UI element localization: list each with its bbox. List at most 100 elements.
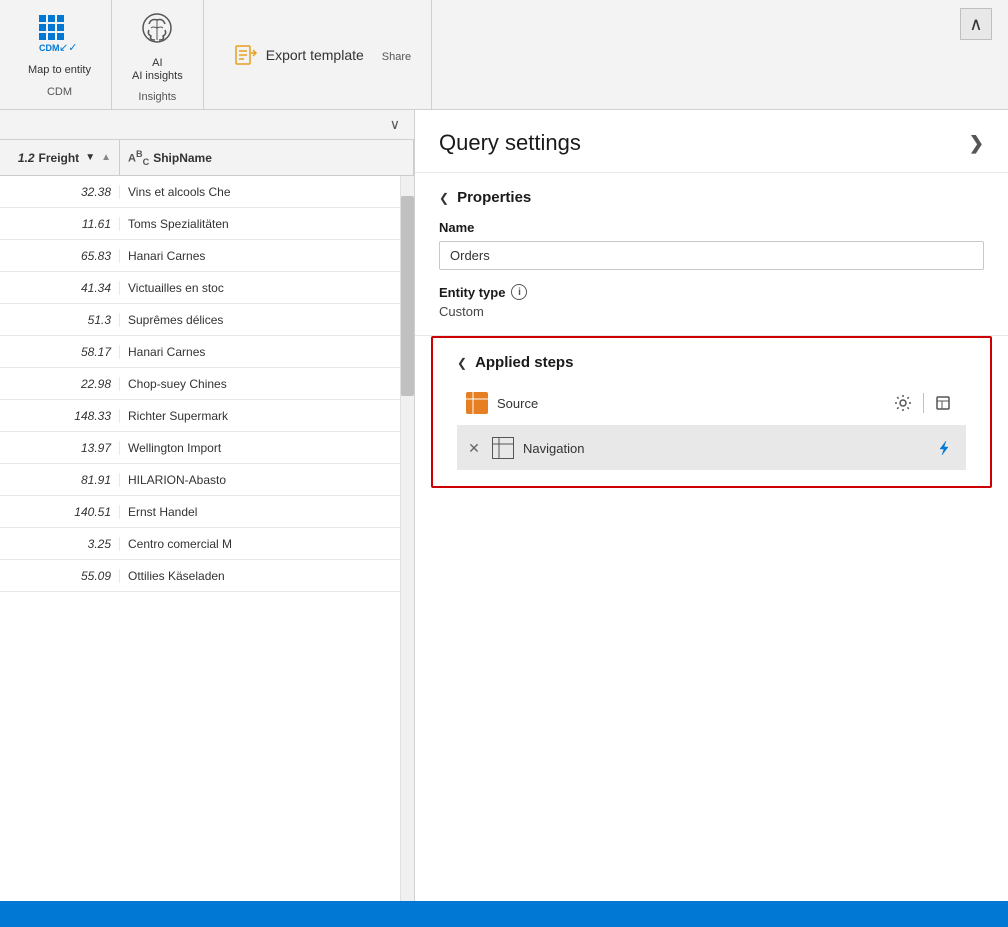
data-table: 1.2 Freight ▼ ▲ ABC ShipName 32.38 Vins …	[0, 140, 414, 901]
cell-shipname: Vins et alcools Che	[120, 185, 400, 199]
cell-shipname: Victuailles en stoc	[120, 281, 400, 295]
navigation-flash-button[interactable]	[930, 434, 958, 462]
freight-col-label: 1.2	[18, 151, 35, 165]
toolbar-collapse-area: ∧	[952, 0, 1000, 109]
step-source[interactable]: Source	[457, 381, 966, 426]
properties-header[interactable]: ❮ Properties	[439, 189, 984, 206]
shipname-type-label: ABC	[128, 149, 149, 167]
cdm-map-icon: CDM ↙✓	[39, 15, 79, 62]
table-body: 32.38 Vins et alcools Che 11.61 Toms Spe…	[0, 176, 414, 901]
insights-group: AIAI insights Insights	[112, 0, 204, 109]
table-row[interactable]: 140.51 Ernst Handel	[0, 496, 400, 528]
applied-steps-chevron-icon: ❮	[457, 356, 467, 370]
table-row[interactable]: 65.83 Hanari Carnes	[0, 240, 400, 272]
left-panel: ∨ 1.2 Freight ▼ ▲ ABC ShipName 32.38 Vin…	[0, 110, 415, 901]
table-header: 1.2 Freight ▼ ▲ ABC ShipName	[0, 140, 414, 176]
cdm-group: CDM ↙✓ Map to entity CDM	[8, 0, 112, 109]
navigation-flash-icon	[935, 439, 953, 457]
step-navigation[interactable]: ✕ Navigation	[457, 426, 966, 470]
source-view-button[interactable]	[930, 389, 958, 417]
query-settings-header: Query settings ❯	[415, 110, 1008, 173]
navigation-delete-button[interactable]: ✕	[465, 439, 483, 457]
export-template-button[interactable]: Export template	[224, 37, 374, 73]
table-row[interactable]: 32.38 Vins et alcools Che	[0, 176, 400, 208]
expand-panel-button[interactable]: ❯	[969, 133, 984, 154]
ai-insights-icon	[137, 10, 177, 55]
cell-freight: 11.61	[0, 217, 120, 231]
table-row[interactable]: 81.91 HILARION-Abasto	[0, 464, 400, 496]
cell-shipname: Chop-suey Chines	[120, 377, 400, 391]
navigation-step-label: Navigation	[523, 441, 922, 456]
panel-collapse-icon[interactable]: ∨	[384, 114, 406, 135]
table-row[interactable]: 22.98 Chop-suey Chines	[0, 368, 400, 400]
vertical-scrollbar[interactable]	[400, 176, 414, 901]
table-row[interactable]: 41.34 Victuailles en stoc	[0, 272, 400, 304]
properties-section: ❮ Properties Name Entity type i Custom	[415, 173, 1008, 336]
cell-freight: 55.09	[0, 569, 120, 583]
col-shipname-header[interactable]: ABC ShipName	[120, 140, 414, 175]
cell-freight: 22.98	[0, 377, 120, 391]
share-group: Export template Share	[204, 0, 432, 109]
map-to-entity-button[interactable]: CDM ↙✓ Map to entity	[20, 11, 99, 81]
ai-insights-button[interactable]: AIAI insights	[124, 6, 191, 87]
table-row[interactable]: 55.09 Ottilies Käseladen	[0, 560, 400, 592]
source-divider	[923, 393, 924, 413]
entity-type-info-icon[interactable]: i	[511, 284, 527, 300]
query-settings-title: Query settings	[439, 130, 581, 156]
table-row[interactable]: 13.97 Wellington Import	[0, 432, 400, 464]
toolbar: CDM ↙✓ Map to entity CDM	[0, 0, 1008, 110]
export-template-icon	[234, 43, 258, 67]
map-to-entity-label: Map to entity	[28, 64, 91, 77]
statusbar	[0, 901, 1008, 927]
panel-collapse-area: ∨	[0, 110, 414, 140]
table-row[interactable]: 11.61 Toms Spezialitäten	[0, 208, 400, 240]
data-rows: 32.38 Vins et alcools Che 11.61 Toms Spe…	[0, 176, 400, 901]
cell-shipname: HILARION-Abasto	[120, 473, 400, 487]
cell-freight: 140.51	[0, 505, 120, 519]
table-row[interactable]: 58.17 Hanari Carnes	[0, 336, 400, 368]
freight-col-name: Freight	[39, 151, 80, 165]
cell-shipname: Richter Supermark	[120, 409, 400, 423]
svg-text:↙✓: ↙✓	[59, 42, 77, 54]
col-freight-header[interactable]: 1.2 Freight ▼ ▲	[0, 140, 120, 175]
cell-shipname: Centro comercial M	[120, 537, 400, 551]
source-settings-button[interactable]	[889, 389, 917, 417]
collapse-icon: ∧	[969, 14, 982, 35]
insights-group-label: Insights	[138, 91, 176, 103]
shipname-col-name: ShipName	[153, 151, 212, 165]
cell-shipname: Toms Spezialitäten	[120, 217, 400, 231]
source-view-icon	[935, 394, 953, 412]
scrollbar-thumb[interactable]	[401, 196, 414, 396]
properties-title: Properties	[457, 189, 531, 206]
table-row[interactable]: 3.25 Centro comercial M	[0, 528, 400, 560]
cell-shipname: Ernst Handel	[120, 505, 400, 519]
cell-freight: 32.38	[0, 185, 120, 199]
source-step-actions	[889, 389, 958, 417]
table-row[interactable]: 51.3 Suprêmes délices	[0, 304, 400, 336]
export-template-label: Export template	[266, 47, 364, 63]
navigation-step-actions	[930, 434, 958, 462]
cell-shipname: Wellington Import	[120, 441, 400, 455]
svg-text:CDM: CDM	[39, 43, 60, 53]
cell-shipname: Ottilies Käseladen	[120, 569, 400, 583]
freight-sort-icon: ▲	[101, 152, 111, 163]
cell-freight: 148.33	[0, 409, 120, 423]
name-input[interactable]	[439, 241, 984, 270]
entity-type-label: Entity type i	[439, 284, 984, 300]
cell-freight: 81.91	[0, 473, 120, 487]
cell-freight: 13.97	[0, 441, 120, 455]
toolbar-collapse-button[interactable]: ∧	[960, 8, 992, 40]
source-step-icon	[465, 391, 489, 415]
cell-freight: 58.17	[0, 345, 120, 359]
freight-dropdown-icon[interactable]: ▼	[85, 152, 95, 163]
navigation-step-icon	[491, 436, 515, 460]
cell-freight: 65.83	[0, 249, 120, 263]
cell-freight: 51.3	[0, 313, 120, 327]
table-row[interactable]: 148.33 Richter Supermark	[0, 400, 400, 432]
cdm-group-label: CDM	[47, 86, 72, 98]
cell-shipname: Suprêmes délices	[120, 313, 400, 327]
cell-freight: 3.25	[0, 537, 120, 551]
ai-insights-label: AIAI insights	[132, 57, 183, 83]
applied-steps-header[interactable]: ❮ Applied steps	[457, 354, 966, 371]
name-field-label: Name	[439, 220, 984, 235]
